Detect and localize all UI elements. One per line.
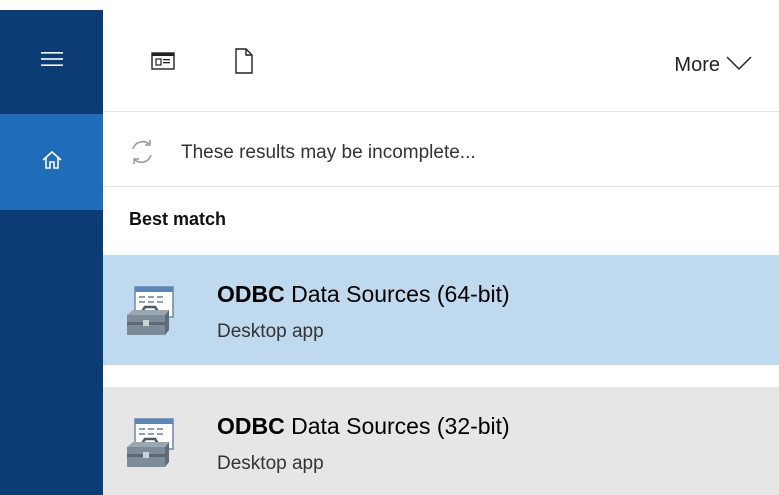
apps-filter-button[interactable] [148, 48, 178, 78]
result-title-rest: Data Sources (64-bit) [284, 281, 510, 307]
document-icon [234, 47, 254, 79]
search-window: More These results may be incomplete... [0, 0, 779, 495]
documents-filter-button[interactable] [229, 47, 259, 79]
result-title-match: ODBC [217, 281, 285, 307]
hamburger-icon [40, 51, 63, 72]
toolbox-app-icon [125, 285, 175, 339]
top-edge [0, 0, 779, 10]
result-title-rest: Data Sources (32-bit) [284, 413, 510, 439]
home-icon [41, 149, 63, 176]
more-filters-button[interactable]: More [674, 54, 752, 77]
result-item-odbc-32[interactable]: ODBC Data Sources (32-bit) Desktop app [103, 387, 779, 495]
incomplete-results-notice: These results may be incomplete... [103, 112, 779, 187]
sidebar [0, 10, 103, 495]
result-subtitle: Desktop app [217, 321, 324, 342]
result-title: ODBC Data Sources (64-bit) [217, 281, 510, 308]
menu-button[interactable] [0, 10, 103, 112]
filter-toolbar: More [103, 10, 779, 112]
result-item-odbc-64[interactable]: ODBC Data Sources (64-bit) Desktop app [103, 255, 779, 365]
result-title-match: ODBC [217, 413, 285, 439]
chevron-down-icon [726, 54, 752, 77]
result-title: ODBC Data Sources (32-bit) [217, 413, 510, 440]
toolbox-app-icon [125, 417, 175, 471]
notice-text: These results may be incomplete... [181, 142, 476, 163]
search-results-panel: More These results may be incomplete... [103, 10, 779, 495]
more-label: More [674, 54, 720, 76]
result-subtitle: Desktop app [217, 453, 324, 474]
sync-icon [127, 137, 157, 167]
home-button[interactable] [0, 114, 103, 210]
app-window-icon [151, 51, 175, 76]
best-match-heading: Best match [129, 209, 227, 229]
